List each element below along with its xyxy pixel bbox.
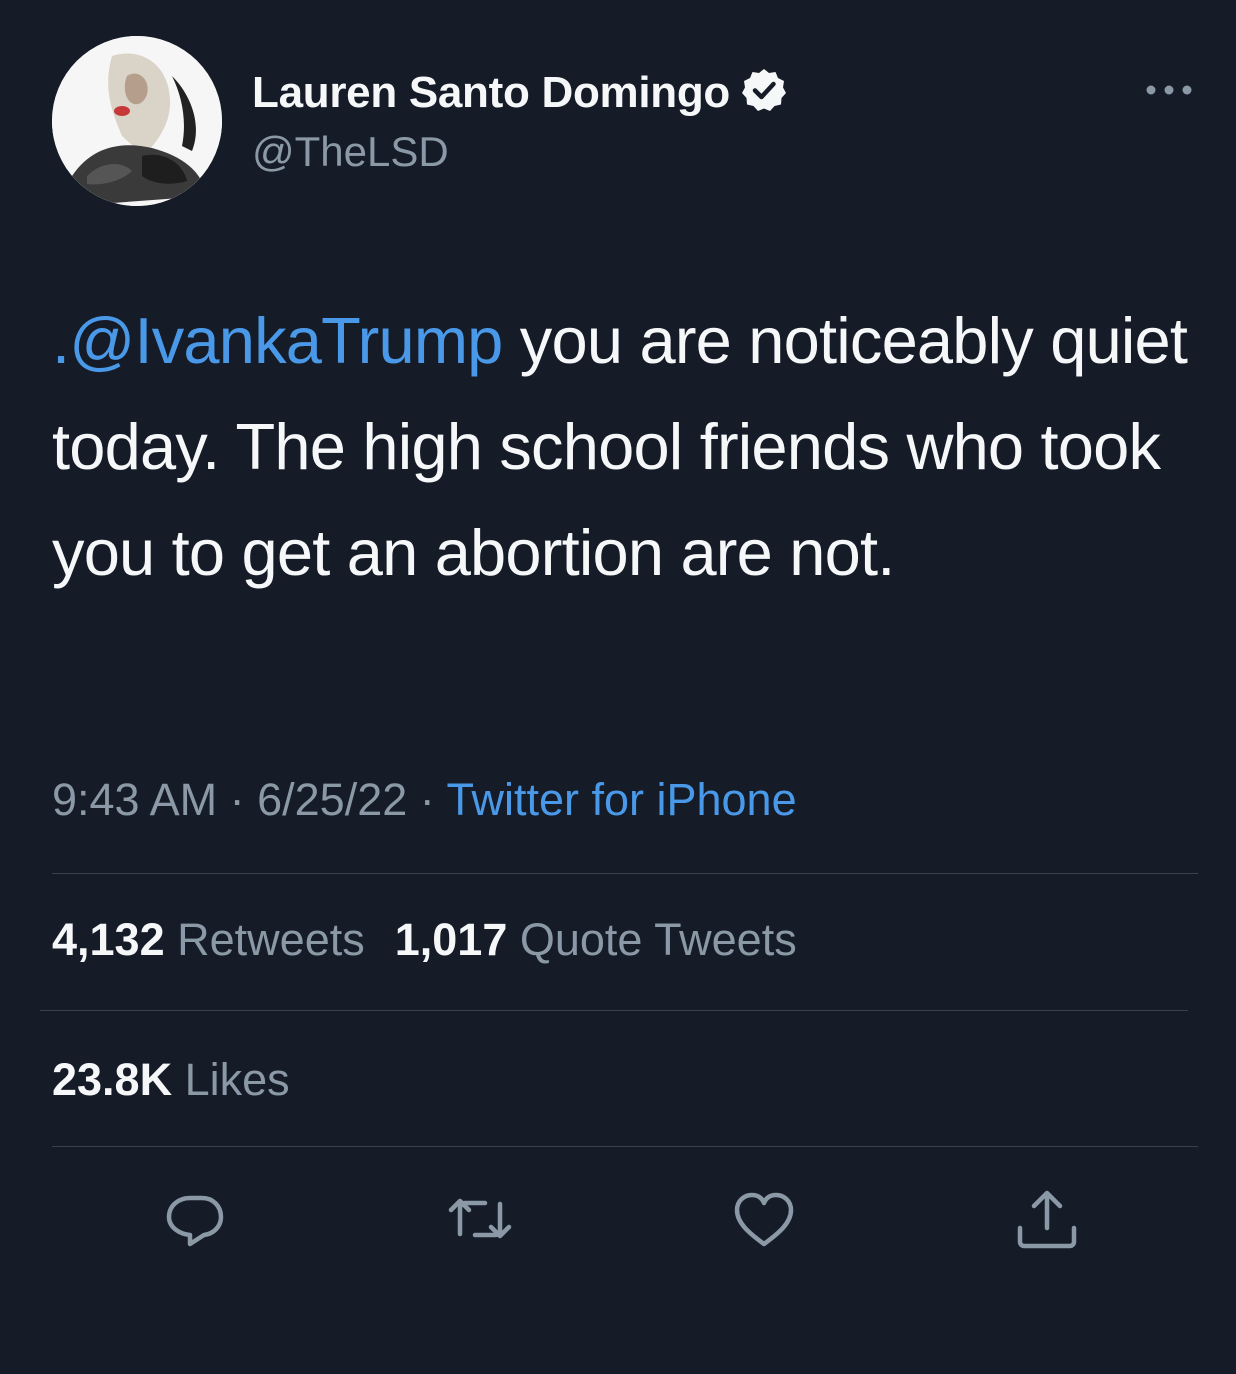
retweet-button[interactable] (445, 1184, 515, 1254)
engagement-stats: 4,132 Retweets 1,017 Quote Tweets (52, 914, 797, 966)
quote-tweets-stat[interactable]: 1,017 Quote Tweets (395, 914, 797, 965)
like-button[interactable] (729, 1184, 799, 1254)
tweet-source-link[interactable]: Twitter for iPhone (446, 774, 796, 825)
quote-tweets-count: 1,017 (394, 914, 508, 965)
tweet-text: .@IvankaTrump you are noticeably quiet t… (52, 288, 1192, 606)
quote-tweets-label: Quote Tweets (519, 914, 797, 965)
reply-button[interactable] (160, 1184, 230, 1254)
share-button[interactable] (1012, 1184, 1082, 1254)
author-display-name[interactable]: Lauren Santo Domingo (252, 68, 730, 118)
tweet-detail: Lauren Santo Domingo @TheLSD .@IvankaTru… (0, 0, 1236, 1374)
heart-icon (729, 1192, 799, 1258)
meta-separator: · (217, 774, 258, 825)
meta-separator: · (407, 774, 447, 825)
mention-link[interactable]: .@IvankaTrump (52, 304, 503, 377)
verified-badge-icon (740, 66, 788, 119)
likes-count: 23.8K (52, 1054, 173, 1105)
divider (40, 1010, 1188, 1011)
likes-label: Likes (184, 1054, 290, 1105)
author-handle[interactable]: @TheLSD (252, 128, 449, 176)
divider (52, 873, 1198, 874)
retweets-count: 4,132 (52, 914, 165, 965)
avatar[interactable] (52, 36, 222, 206)
reply-icon (160, 1195, 230, 1258)
share-icon (1012, 1190, 1082, 1258)
likes-stat[interactable]: 23.8K Likes (52, 1054, 290, 1106)
tweet-date: 6/25/22 (257, 774, 408, 825)
retweet-icon (445, 1198, 515, 1258)
retweets-label: Retweets (177, 914, 365, 965)
author-name-row: Lauren Santo Domingo (252, 66, 788, 119)
more-dots-icon[interactable] (1144, 78, 1194, 102)
retweets-stat[interactable]: 4,132 Retweets (52, 914, 365, 965)
tweet-metadata: 9:43 AM · 6/25/22 · Twitter for iPhone (52, 774, 797, 826)
divider (52, 1146, 1198, 1147)
tweet-time: 9:43 AM (52, 774, 218, 825)
